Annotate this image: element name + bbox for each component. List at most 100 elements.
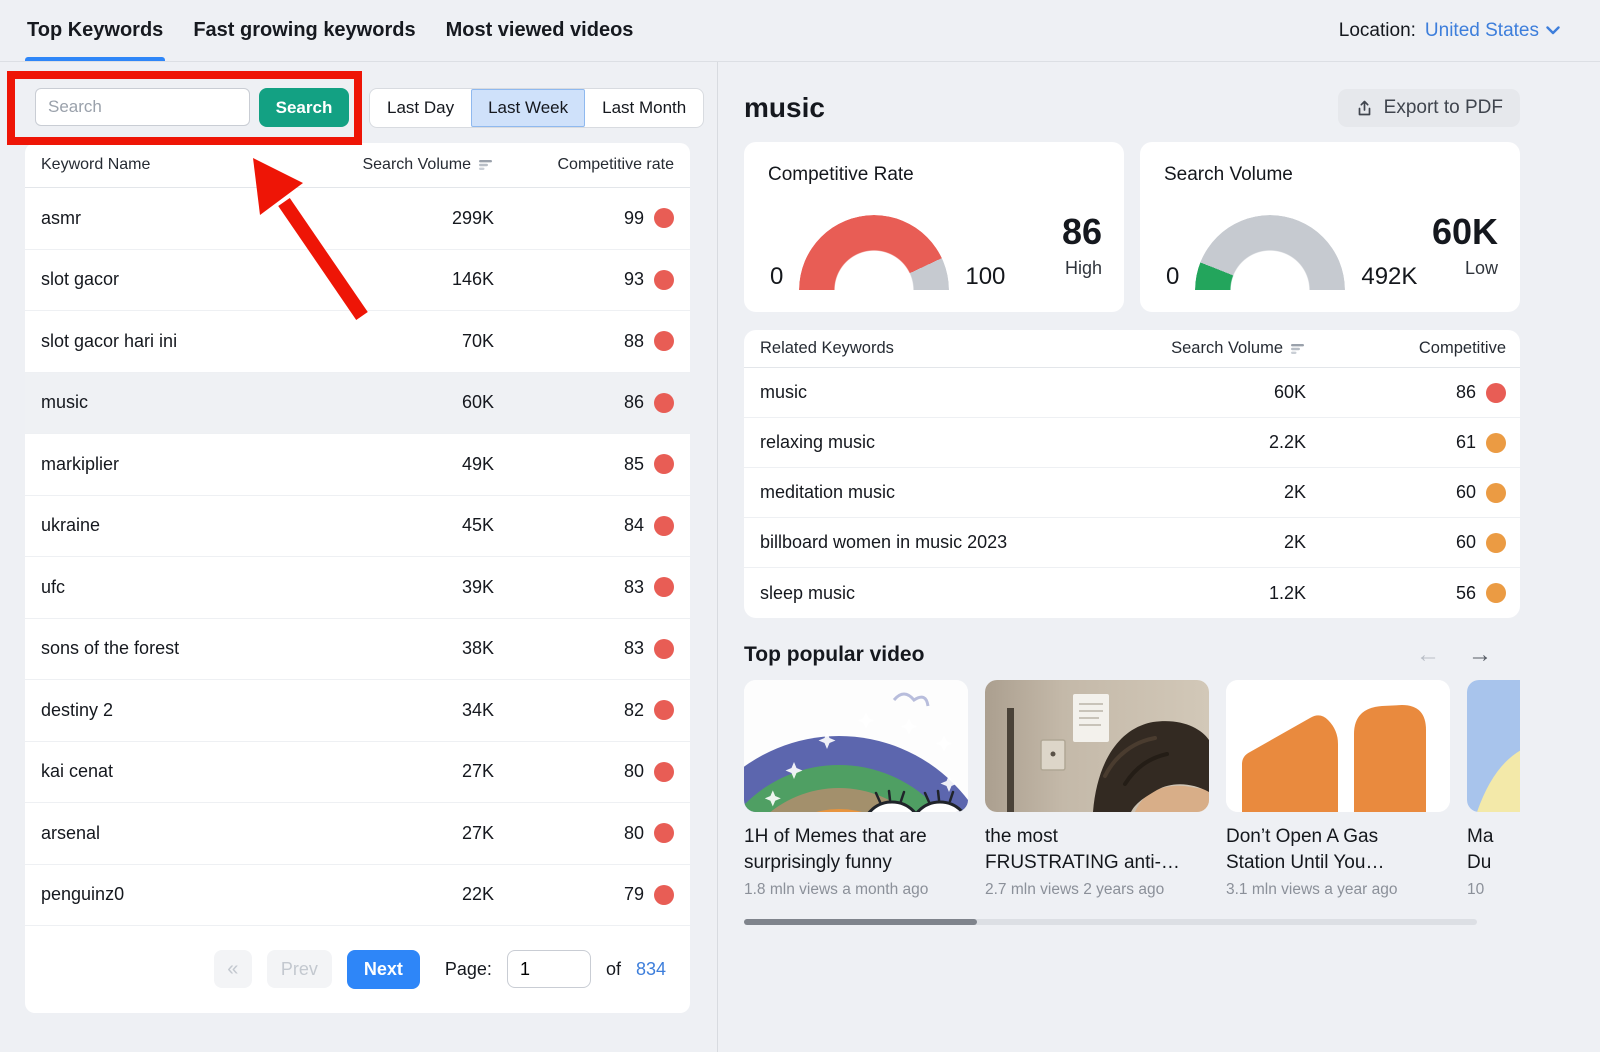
carousel-scrollbar[interactable]	[744, 919, 1477, 925]
table-row-selected[interactable]: music 60K 86	[25, 373, 690, 435]
volume-cell: 39K	[344, 577, 494, 598]
competitive-dot	[654, 208, 674, 228]
total-pages-link[interactable]: 834	[636, 959, 666, 980]
search-volume-gauge	[1195, 215, 1345, 290]
video-card[interactable]: Ma Du 10	[1467, 680, 1520, 899]
related-row[interactable]: sleep music 1.2K 56	[744, 568, 1520, 618]
location-selector[interactable]: United States	[1425, 20, 1560, 42]
volume-cell: 60K	[1116, 382, 1306, 403]
competitive-dot	[654, 762, 674, 782]
tab-top-keywords[interactable]: Top Keywords	[25, 0, 165, 61]
carousel-next-icon[interactable]: →	[1468, 641, 1492, 669]
rate-cell: 84	[494, 515, 674, 536]
rate-cell: 56	[1306, 583, 1506, 604]
competitive-dot	[1486, 533, 1506, 553]
rate-cell: 83	[494, 638, 674, 659]
competitive-rate-card: Competitive Rate 0 100 86 High	[744, 142, 1124, 312]
top-popular-video-header: Top popular video ← →	[744, 641, 1520, 669]
table-row[interactable]: slot gacor 146K 93	[25, 250, 690, 312]
keyword-cell: relaxing music	[760, 432, 1116, 453]
gauge-caption: High	[1062, 258, 1102, 279]
keyword-cell: penguinz0	[41, 884, 344, 905]
column-search-volume[interactable]: Search Volume	[1116, 339, 1306, 358]
export-to-pdf-button[interactable]: Export to PDF	[1338, 89, 1520, 127]
volume-cell: 45K	[344, 515, 494, 536]
keyword-cell: arsenal	[41, 823, 344, 844]
volume-cell: 60K	[344, 392, 494, 413]
main-content: Search Last Day Last Week Last Month Key…	[0, 62, 1600, 1052]
page-number-input[interactable]	[507, 950, 591, 988]
rate-cell: 88	[494, 331, 674, 352]
table-row[interactable]: slot gacor hari ini 70K 88	[25, 311, 690, 373]
keyword-detail-panel: music Export to PDF Competitive Rate 0 1…	[718, 62, 1600, 1052]
table-row[interactable]: penguinz0 22K 79	[25, 865, 690, 927]
gauge-title: Search Volume	[1164, 164, 1496, 186]
table-row[interactable]: asmr 299K 99	[25, 188, 690, 250]
related-row[interactable]: billboard women in music 2023 2K 60	[744, 518, 1520, 568]
video-thumbnail-rainbow-meme	[744, 680, 968, 812]
tab-most-viewed-videos[interactable]: Most viewed videos	[444, 0, 636, 61]
filter-last-week[interactable]: Last Week	[471, 89, 585, 127]
export-label: Export to PDF	[1384, 97, 1503, 119]
related-keywords-table: Related Keywords Search Volume Competiti…	[744, 330, 1520, 618]
competitive-dot	[654, 823, 674, 843]
competitive-rate-gauge	[799, 215, 949, 290]
filter-last-month[interactable]: Last Month	[585, 89, 703, 127]
controls-row: Search Last Day Last Week Last Month	[25, 88, 717, 128]
competitive-dot	[654, 639, 674, 659]
table-row[interactable]: sons of the forest 38K 83	[25, 619, 690, 681]
video-card[interactable]: Don’t Open A Gas Station Until You… 3.1 …	[1226, 680, 1450, 899]
competitive-dot	[1486, 433, 1506, 453]
keyword-cell: billboard women in music 2023	[760, 532, 1116, 553]
filter-last-day[interactable]: Last Day	[370, 89, 471, 127]
search-button[interactable]: Search	[259, 88, 349, 127]
keywords-panel: Search Last Day Last Week Last Month Key…	[0, 62, 718, 1052]
video-card[interactable]: the most FRUSTRATING anti-… 2.7 mln view…	[985, 680, 1209, 899]
volume-cell: 49K	[344, 454, 494, 475]
carousel-prev-icon[interactable]: ←	[1416, 641, 1440, 669]
sort-icon	[1290, 343, 1306, 355]
volume-cell: 2.2K	[1116, 432, 1306, 453]
table-row[interactable]: destiny 2 34K 82	[25, 680, 690, 742]
table-row[interactable]: ufc 39K 83	[25, 557, 690, 619]
location-label: Location:	[1339, 20, 1416, 42]
table-row[interactable]: markiplier 49K 85	[25, 434, 690, 496]
volume-cell: 146K	[344, 269, 494, 290]
search-input[interactable]	[35, 88, 250, 126]
video-title[interactable]: Don’t Open A Gas Station Until You…	[1226, 824, 1450, 876]
table-row[interactable]: ukraine 45K 84	[25, 496, 690, 558]
related-row[interactable]: relaxing music 2.2K 61	[744, 418, 1520, 468]
volume-cell: 2K	[1116, 532, 1306, 553]
column-competitive-rate: Competitive rate	[494, 156, 674, 174]
rate-cell: 80	[494, 823, 674, 844]
video-title[interactable]: the most FRUSTRATING anti-…	[985, 824, 1209, 876]
carousel-scrollbar-thumb[interactable]	[744, 919, 977, 925]
location-value: United States	[1425, 20, 1539, 42]
gauge-max-label: 492K	[1361, 265, 1417, 290]
rate-cell: 99	[494, 208, 674, 229]
video-card[interactable]: 1H of Memes that are surprisingly funny …	[744, 680, 968, 899]
keyword-cell: ufc	[41, 577, 344, 598]
competitive-dot	[654, 331, 674, 351]
rate-cell: 86	[494, 392, 674, 413]
video-title[interactable]: 1H of Memes that are surprisingly funny	[744, 824, 968, 876]
column-search-volume[interactable]: Search Volume	[344, 156, 494, 174]
prev-page-button[interactable]: Prev	[267, 950, 332, 988]
volume-cell: 2K	[1116, 482, 1306, 503]
table-row[interactable]: arsenal 27K 80	[25, 803, 690, 865]
first-page-button[interactable]: «	[214, 950, 252, 988]
volume-cell: 22K	[344, 884, 494, 905]
keyword-cell: kai cenat	[41, 761, 344, 782]
column-related-keywords: Related Keywords	[760, 339, 1116, 358]
video-title[interactable]: Ma Du	[1467, 824, 1520, 876]
related-row[interactable]: meditation music 2K 60	[744, 468, 1520, 518]
rate-cell: 85	[494, 454, 674, 475]
volume-cell: 299K	[344, 208, 494, 229]
table-row[interactable]: kai cenat 27K 80	[25, 742, 690, 804]
rate-cell: 83	[494, 577, 674, 598]
next-page-button[interactable]: Next	[347, 950, 420, 989]
tab-fast-growing-keywords[interactable]: Fast growing keywords	[191, 0, 417, 61]
related-row[interactable]: music 60K 86	[744, 368, 1520, 418]
competitive-dot	[654, 700, 674, 720]
competitive-dot	[654, 516, 674, 536]
